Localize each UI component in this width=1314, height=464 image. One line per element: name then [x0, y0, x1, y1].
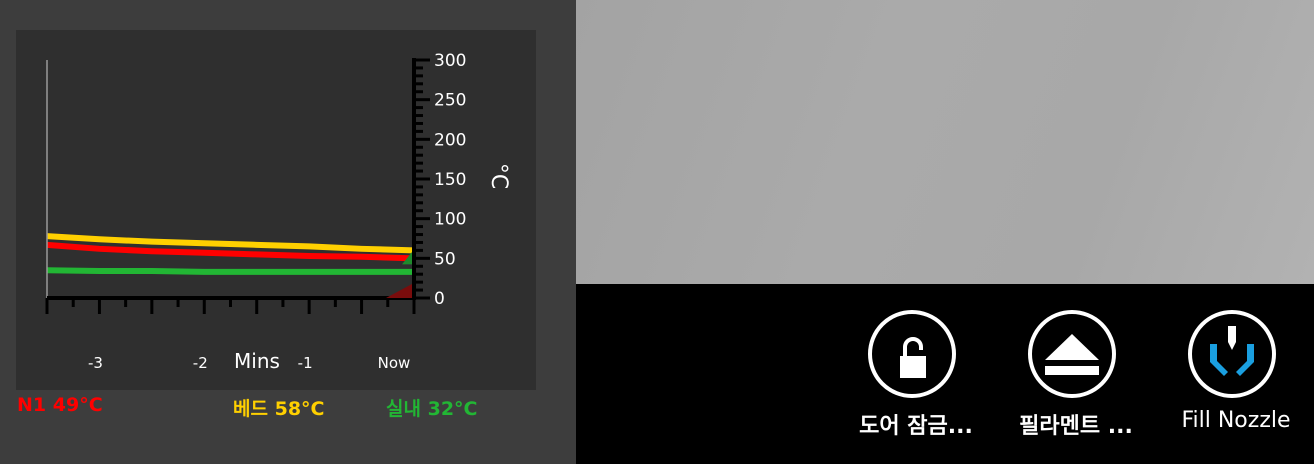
legend-bed-value: 58°C	[274, 398, 325, 420]
y-tick-label: 300	[434, 51, 466, 71]
door-lock-button[interactable]: 도어 잠금...	[841, 310, 991, 460]
legend-nozzle-label: N1	[17, 394, 47, 416]
y-tick-label: 150	[434, 170, 466, 190]
legend-nozzle-value: 49°C	[52, 394, 103, 416]
y-tick-label: 50	[434, 249, 456, 269]
y-tick-label: 100	[434, 210, 466, 230]
eject-icon	[1045, 334, 1099, 375]
x-tick-label: -1	[298, 354, 313, 372]
y-tick-label: 200	[434, 130, 466, 150]
nozzle-icon	[1210, 326, 1254, 376]
fill-nozzle-label: Fill Nozzle	[1181, 408, 1291, 433]
camera-view	[576, 0, 1314, 284]
series-line-실내	[46, 267, 414, 275]
x-axis-label: Mins	[234, 349, 280, 373]
temperature-panel: -3 -2 -1 Now 0 50 100 150 200 250 300 Mins °C N1 4…	[0, 0, 576, 464]
filament-circle	[1028, 310, 1116, 398]
fill-nozzle-circle	[1188, 310, 1276, 398]
y-tick-label: 250	[434, 91, 466, 111]
bottom-toolbar: 도어 잠금... 필라멘트 ... Fill Nozzle	[576, 284, 1314, 464]
legend-nozzle-temp: N1 49°C	[17, 394, 103, 416]
door-lock-circle	[868, 310, 956, 398]
x-tick-label: -2	[193, 354, 208, 372]
nozzle-now-marker	[386, 284, 412, 298]
legend-chamber-temp: 실내 32°C	[386, 394, 477, 421]
legend-chamber-label: 실내	[386, 398, 421, 420]
temperature-chart-svg: -3 -2 -1 Now 0 50 100 150 200 250 300 Mins °C	[45, 51, 511, 373]
fill-nozzle-button[interactable]: Fill Nozzle	[1161, 310, 1311, 460]
legend-chamber-value: 32°C	[427, 398, 478, 420]
door-lock-label: 도어 잠금...	[859, 414, 973, 439]
filament-button[interactable]: 필라멘트 ...	[1001, 310, 1151, 460]
x-tick-label: Now	[378, 354, 411, 372]
unlock-icon	[900, 337, 926, 378]
y-tick-label: 0	[434, 289, 445, 309]
legend-bed-temp: 베드 58°C	[233, 394, 324, 421]
temperature-chart: -3 -2 -1 Now 0 50 100 150 200 250 300 Mins °C	[16, 30, 536, 390]
filament-label: 필라멘트 ...	[1019, 414, 1133, 439]
x-tick-label: -3	[88, 354, 103, 372]
y-axis-label: °C	[486, 163, 511, 189]
legend-bed-label: 베드	[233, 398, 268, 420]
